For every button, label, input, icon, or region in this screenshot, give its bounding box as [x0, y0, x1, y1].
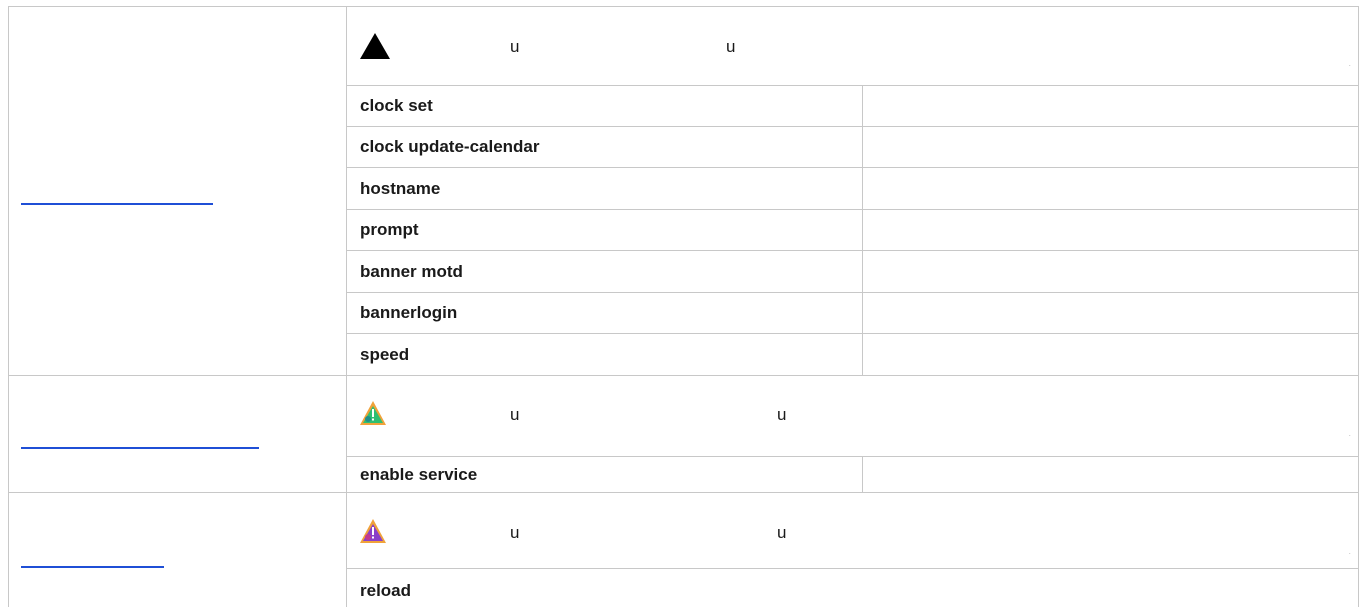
note-mark: u — [510, 523, 520, 542]
command-bannerlogin: bannerlogin — [360, 303, 458, 322]
row-line — [346, 250, 1358, 251]
note-end-mark: . — [1349, 432, 1351, 438]
command-enable-service: enable service — [360, 465, 478, 484]
row-line — [346, 126, 1358, 127]
section-1-link[interactable] — [21, 203, 213, 205]
note-end-mark: . — [1349, 550, 1351, 556]
note-end-mark: . — [1349, 62, 1351, 68]
row-line — [346, 167, 1358, 168]
row-line — [346, 292, 1358, 293]
row-line — [346, 456, 1358, 457]
border-inner-1 — [862, 85, 863, 375]
command-clock-set: clock set — [360, 96, 433, 115]
note-mark: u — [510, 37, 520, 56]
section-divider — [8, 375, 1358, 376]
border-right — [1358, 6, 1359, 607]
row-line — [346, 209, 1358, 210]
colored-warning-triangle-purple-icon — [360, 519, 386, 543]
colored-warning-triangle-green-icon — [360, 401, 386, 425]
command-banner-motd: banner motd — [360, 262, 463, 281]
section-divider — [8, 492, 1358, 493]
command-reload: reload — [360, 581, 412, 600]
section-3-link[interactable] — [21, 566, 164, 568]
section-2-link[interactable] — [21, 447, 259, 449]
command-clock-update-calendar: clock update-calendar — [360, 137, 540, 156]
note-mark: u — [510, 405, 520, 424]
command-speed: speed — [360, 345, 410, 364]
note-mark: u — [726, 37, 736, 56]
warning-triangle-black-icon — [360, 33, 390, 59]
row-line — [346, 568, 1358, 569]
note-mark: u — [777, 523, 787, 542]
row-line — [346, 333, 1358, 334]
border-inner-2 — [862, 456, 863, 492]
border-left — [8, 6, 9, 607]
command-hostname: hostname — [360, 179, 441, 198]
note-mark: u — [777, 405, 787, 424]
border-col — [346, 6, 347, 607]
border-top — [8, 6, 1358, 7]
command-prompt: prompt — [360, 220, 419, 239]
row-line — [346, 85, 1358, 86]
